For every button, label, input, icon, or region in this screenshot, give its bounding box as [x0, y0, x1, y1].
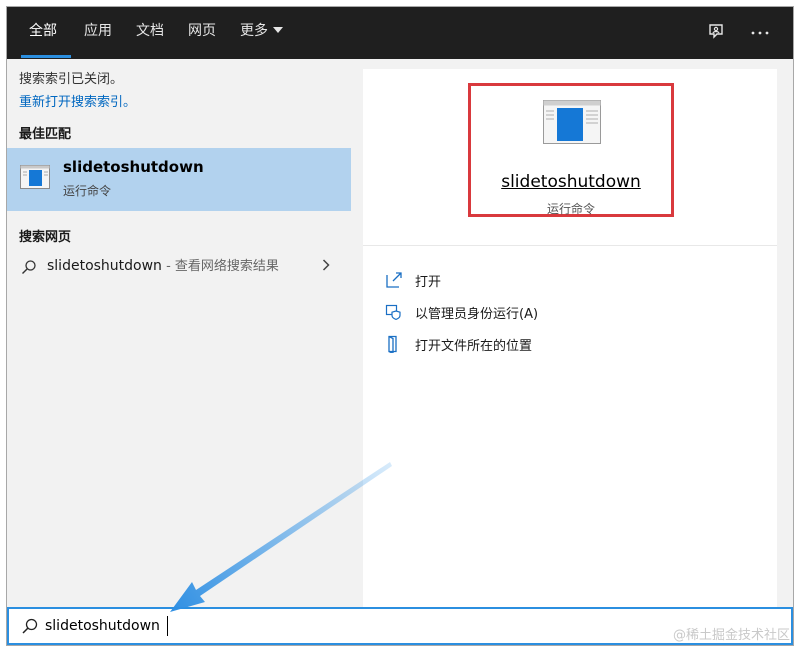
tab-apps-label: 应用: [84, 23, 112, 39]
tab-web[interactable]: 网页: [188, 7, 216, 59]
tab-more-label: 更多: [240, 23, 268, 39]
tab-web-label: 网页: [188, 23, 216, 39]
app-subtitle: 运行命令: [546, 202, 595, 216]
search-icon: [22, 618, 38, 634]
best-match-item[interactable]: slidetoshutdown 运行命令: [7, 148, 351, 211]
tab-documents-label: 文档: [136, 23, 164, 39]
app-title[interactable]: slidetoshutdown: [471, 172, 671, 192]
search-window: 全部 应用 文档 网页 更多 搜索索引已关闭。 重新打开搜索索引。 最佳匹配 s…: [6, 6, 794, 646]
top-bar: 全部 应用 文档 网页 更多: [7, 7, 793, 59]
details-pane: slidetoshutdown 运行命令 打开 以管理员身份运行(A) 打开文件…: [363, 69, 777, 607]
chevron-down-icon: [273, 27, 283, 33]
tab-all[interactable]: 全部: [29, 7, 57, 59]
search-icon: [22, 260, 36, 274]
tab-all-label: 全部: [29, 23, 57, 39]
best-match-heading: 最佳匹配: [19, 127, 72, 142]
open-icon: [386, 272, 402, 288]
action-run-as-admin-label: 以管理员身份运行(A): [415, 307, 539, 322]
chevron-right-icon: [322, 259, 330, 271]
active-tab-indicator: [21, 55, 71, 58]
action-run-as-admin[interactable]: 以管理员身份运行(A): [385, 301, 765, 325]
action-open-file-location-label: 打开文件所在的位置: [415, 339, 533, 354]
tab-apps[interactable]: 应用: [84, 7, 112, 59]
more-options-icon[interactable]: [748, 21, 772, 45]
text-caret: [167, 616, 168, 636]
watermark: @稀土掘金技术社区: [672, 628, 790, 643]
app-large-icon: [543, 100, 601, 144]
app-window-icon: [20, 165, 50, 189]
divider: [363, 245, 777, 246]
action-open-file-location[interactable]: 打开文件所在的位置: [385, 333, 765, 357]
search-input[interactable]: [45, 613, 545, 639]
shield-icon: [385, 304, 401, 321]
web-result-text: slidetoshutdown - 查看网络搜索结果: [47, 255, 279, 274]
best-match-title: slidetoshutdown: [63, 158, 204, 176]
action-open[interactable]: 打开: [385, 269, 765, 293]
index-off-text: 搜索索引已关闭。: [19, 72, 124, 87]
web-suffix: - 查看网络搜索结果: [161, 259, 279, 274]
feedback-icon[interactable]: [705, 21, 729, 45]
file-location-icon: [388, 335, 397, 353]
tab-more[interactable]: 更多: [240, 7, 283, 59]
tab-documents[interactable]: 文档: [136, 7, 164, 59]
web-search-result[interactable]: slidetoshutdown - 查看网络搜索结果: [7, 249, 351, 283]
app-preview-highlight: slidetoshutdown 运行命令: [468, 83, 674, 217]
action-open-label: 打开: [415, 275, 442, 290]
reopen-index-link[interactable]: 重新打开搜索索引。: [19, 91, 136, 110]
best-match-subtitle: 运行命令: [63, 184, 112, 198]
web-query: slidetoshutdown: [47, 258, 162, 274]
results-pane: 搜索索引已关闭。 重新打开搜索索引。 最佳匹配 slidetoshutdown …: [7, 59, 351, 607]
web-search-heading: 搜索网页: [19, 230, 72, 245]
